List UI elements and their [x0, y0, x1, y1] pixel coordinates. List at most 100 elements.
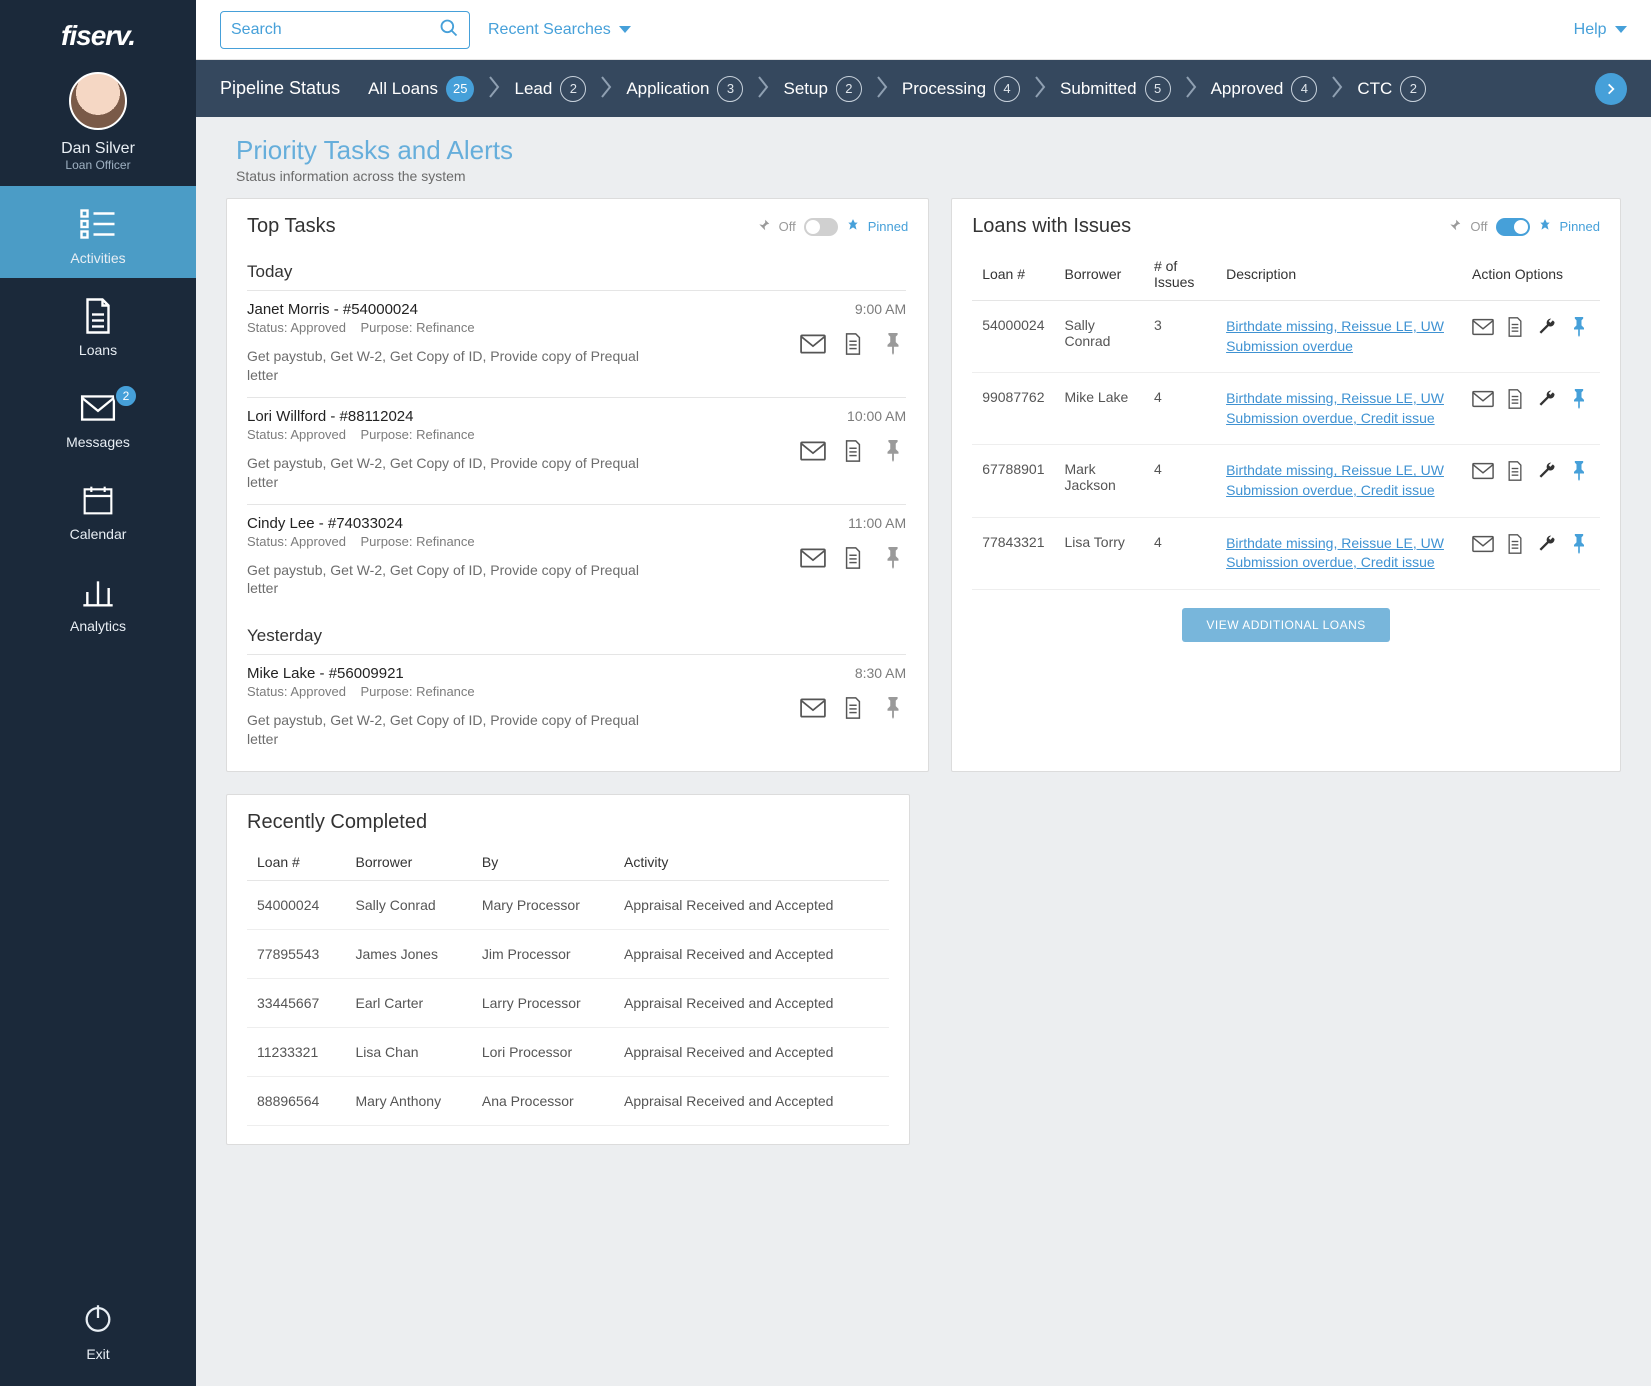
document-icon[interactable]: [1504, 534, 1526, 557]
avatar[interactable]: [69, 72, 127, 130]
pipeline-stage-lead[interactable]: Lead2: [514, 76, 586, 102]
loan-number[interactable]: 99087762: [972, 373, 1054, 445]
search-input[interactable]: [231, 21, 439, 39]
table-row: 54000024Sally ConradMary ProcessorApprai…: [247, 881, 889, 930]
task-time: 11:00 AM: [848, 515, 906, 531]
pushpin-icon[interactable]: [1568, 389, 1590, 412]
borrower-name: Mary Anthony: [345, 1077, 471, 1126]
document-icon[interactable]: [1504, 389, 1526, 412]
issue-link[interactable]: Birthdate missing, Reissue LE, UW Submis…: [1226, 317, 1452, 356]
pipeline-stage-approved[interactable]: Approved4: [1211, 76, 1318, 102]
loan-number[interactable]: 88896564: [247, 1077, 345, 1126]
pushpin-icon[interactable]: [880, 697, 906, 722]
off-label: Off: [779, 219, 796, 234]
wrench-icon[interactable]: [1536, 389, 1558, 412]
chevron-right-icon: [1331, 75, 1343, 102]
loan-number[interactable]: 33445667: [247, 979, 345, 1028]
document-icon[interactable]: [840, 697, 866, 722]
envelope-icon[interactable]: [1472, 461, 1494, 484]
pipeline-stage-submitted[interactable]: Submitted5: [1060, 76, 1171, 102]
chevron-right-icon: [600, 75, 612, 102]
recent-searches[interactable]: Recent Searches: [488, 21, 631, 39]
task-item[interactable]: Cindy Lee - #7403302411:00 AMStatus: App…: [247, 504, 906, 611]
envelope-icon[interactable]: [1472, 534, 1494, 557]
sidebar-item-analytics[interactable]: Analytics: [0, 554, 196, 646]
pushpin-icon[interactable]: [1568, 534, 1590, 557]
document-icon[interactable]: [1504, 317, 1526, 340]
envelope-icon[interactable]: [800, 697, 826, 722]
topbar: Recent Searches Help: [196, 0, 1651, 60]
chevron-right-icon: [1034, 75, 1046, 102]
sidebar-item-loans[interactable]: Loans: [0, 278, 196, 370]
pipeline-stage-processing[interactable]: Processing4: [902, 76, 1020, 102]
table-header: Borrower: [1054, 246, 1143, 301]
view-additional-loans-button[interactable]: VIEW ADDITIONAL LOANS: [1182, 608, 1389, 642]
loan-number[interactable]: 11233321: [247, 1028, 345, 1077]
chevron-down-icon: [1615, 26, 1627, 33]
top-tasks-title: Top Tasks: [247, 215, 336, 238]
table-row: 33445667Earl CarterLarry ProcessorApprai…: [247, 979, 889, 1028]
issue-count: 4: [1144, 517, 1216, 589]
issue-link[interactable]: Birthdate missing, Reissue LE, UW Submis…: [1226, 389, 1452, 428]
wrench-icon[interactable]: [1536, 317, 1558, 340]
profile[interactable]: Dan Silver Loan Officer: [0, 64, 196, 186]
envelope-icon[interactable]: [800, 440, 826, 465]
borrower-name: Sally Conrad: [1054, 301, 1143, 373]
envelope-icon[interactable]: [800, 547, 826, 572]
sidebar-nav: Activities LoansMessages2Calendar Analytic…: [0, 186, 196, 1281]
pipeline-stage-application[interactable]: Application3: [626, 76, 743, 102]
activity: Appraisal Received and Accepted: [614, 979, 889, 1028]
issue-link[interactable]: Birthdate missing, Reissue LE, UW Submis…: [1226, 461, 1452, 500]
issue-link[interactable]: Birthdate missing, Reissue LE, UW Submis…: [1226, 534, 1452, 573]
pipeline-stage-ctc[interactable]: CTC2: [1357, 76, 1426, 102]
table-row: 88896564Mary AnthonyAna ProcessorApprais…: [247, 1077, 889, 1126]
pushpin-icon[interactable]: [880, 547, 906, 572]
pipeline-next-button[interactable]: [1595, 73, 1627, 105]
help-menu[interactable]: Help: [1574, 21, 1627, 39]
table-row: 54000024Sally Conrad3Birthdate missing, …: [972, 301, 1600, 373]
loan-number[interactable]: 77843321: [972, 517, 1054, 589]
task-item[interactable]: Mike Lake - #560099218:30 AMStatus: Appr…: [247, 654, 906, 761]
exit-button[interactable]: Exit: [0, 1281, 196, 1386]
task-title: Janet Morris - #54000024: [247, 301, 906, 318]
pushpin-icon[interactable]: [1568, 317, 1590, 340]
envelope-icon[interactable]: [800, 333, 826, 358]
issue-description: Birthdate missing, Reissue LE, UW Submis…: [1216, 373, 1462, 445]
wrench-icon[interactable]: [1536, 534, 1558, 557]
table-header: Loan #: [972, 246, 1054, 301]
issue-count: 4: [1144, 373, 1216, 445]
search-box[interactable]: [220, 11, 470, 49]
table-header: Action Options: [1462, 246, 1600, 301]
borrower-name: James Jones: [345, 930, 471, 979]
task-item[interactable]: Janet Morris - #540000249:00 AMStatus: A…: [247, 290, 906, 397]
wrench-icon[interactable]: [1536, 461, 1558, 484]
search-icon[interactable]: [439, 18, 459, 41]
sidebar-item-label: Analytics: [0, 618, 196, 634]
sidebar-item-calendar[interactable]: Calendar: [0, 462, 196, 554]
envelope-icon[interactable]: [1472, 317, 1494, 340]
loan-number[interactable]: 54000024: [972, 301, 1054, 373]
pipeline-stage-all-loans[interactable]: All Loans25: [368, 76, 474, 102]
borrower-name: Lisa Chan: [345, 1028, 471, 1077]
top-tasks-pin-toggle[interactable]: [804, 218, 838, 236]
pushpin-icon[interactable]: [880, 440, 906, 465]
sidebar-item-label: Activities: [0, 250, 196, 266]
pipeline-stage-count: 25: [446, 76, 474, 102]
envelope-icon[interactable]: [1472, 389, 1494, 412]
borrower-name: Sally Conrad: [345, 881, 471, 930]
sidebar-item-activities[interactable]: Activities: [0, 186, 196, 278]
pipeline-stage-label: CTC: [1357, 79, 1392, 99]
issues-pin-toggle[interactable]: [1496, 218, 1530, 236]
document-icon[interactable]: [1504, 461, 1526, 484]
pushpin-icon[interactable]: [880, 333, 906, 358]
pipeline-stage-setup[interactable]: Setup2: [783, 76, 861, 102]
pushpin-icon[interactable]: [1568, 461, 1590, 484]
loan-number[interactable]: 67788901: [972, 445, 1054, 517]
loan-number[interactable]: 77895543: [247, 930, 345, 979]
sidebar-item-messages[interactable]: Messages2: [0, 370, 196, 462]
task-item[interactable]: Lori Willford - #8811202410:00 AMStatus:…: [247, 397, 906, 504]
document-icon[interactable]: [840, 547, 866, 572]
document-icon[interactable]: [840, 440, 866, 465]
loan-number[interactable]: 54000024: [247, 881, 345, 930]
document-icon[interactable]: [840, 333, 866, 358]
